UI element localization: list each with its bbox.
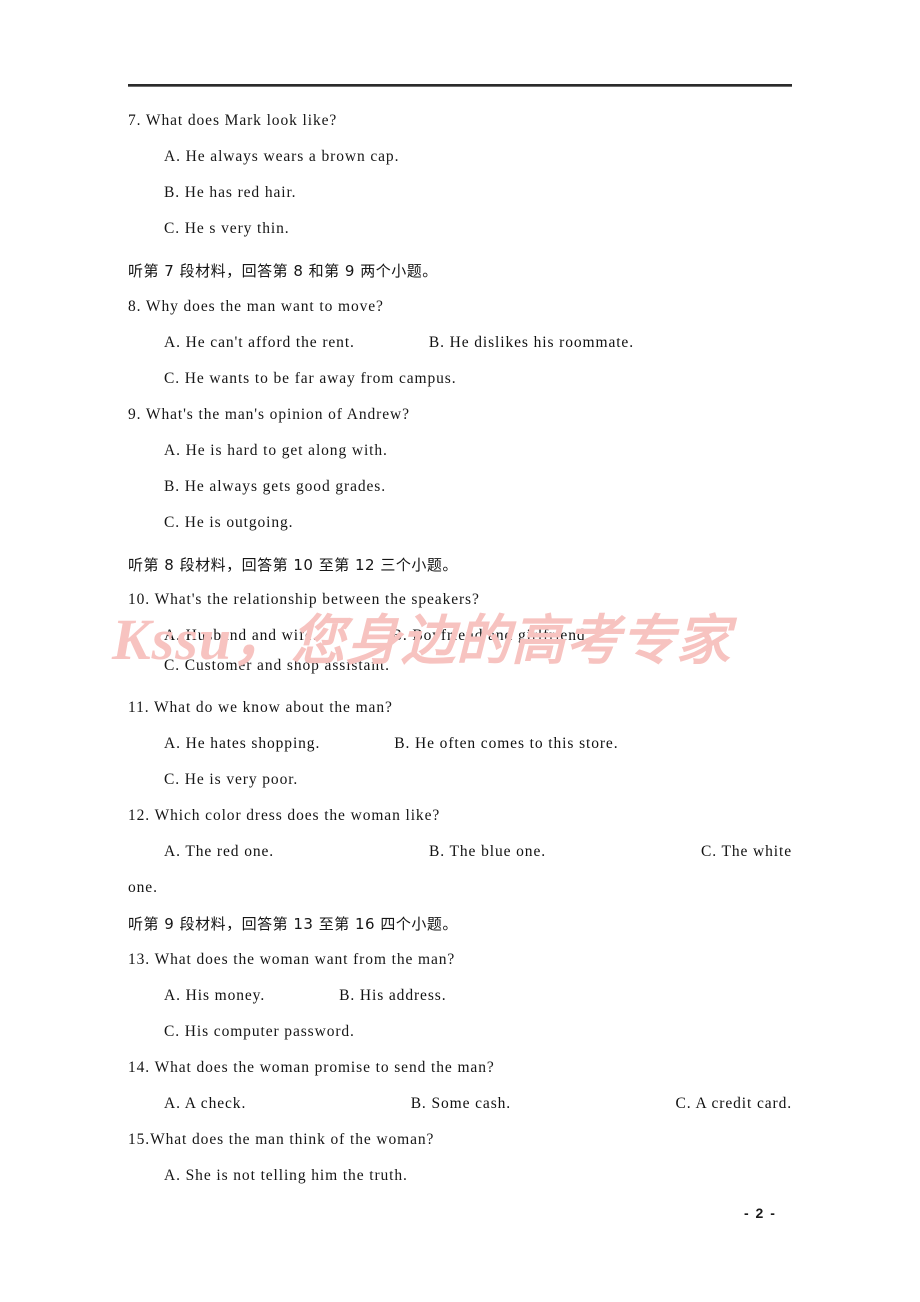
question-11-option-b: B. He often comes to this store. — [394, 735, 619, 752]
question-9-option-c: C. He is outgoing. — [164, 514, 294, 531]
question-14-option-b: B. Some cash. — [410, 1095, 512, 1112]
option-gap — [318, 627, 392, 645]
option-gap — [355, 334, 429, 352]
question-8-option-a: A. He can't afford the rent. — [164, 334, 355, 351]
option-gap — [546, 843, 701, 861]
question-11-option-a: A. He hates shopping. — [164, 735, 321, 752]
question-10-options-row: A. Husband and wife. B. Boyfriend and gi… — [128, 627, 792, 645]
question-9-stem: 9. What's the man's opinion of Andrew? — [128, 406, 410, 423]
question-8-options-row: A. He can't afford the rent. B. He disli… — [128, 334, 792, 352]
question-10-option-b: B. Boyfriend and girlfriend. — [391, 627, 591, 644]
exam-page: Kssu，您身边的高考专家 7. What does Mark look lik… — [0, 0, 920, 1302]
question-10-option-c: C. Customer and shop assistant. — [164, 657, 390, 674]
option-gap — [511, 1095, 675, 1113]
question-13-option-a: A. His money. — [164, 987, 266, 1004]
header-rule — [128, 84, 792, 87]
option-gap — [246, 1095, 410, 1113]
question-8-stem: 8. Why does the man want to move? — [128, 298, 384, 315]
question-12-options-row: A. The red one. B. The blue one. C. The … — [128, 843, 792, 861]
listening-instruction-9: 听第 9 段材料，回答第 13 至第 16 四个小题。 — [128, 915, 458, 933]
question-14-option-a: A. A check. — [164, 1095, 247, 1112]
question-11-options-row: A. He hates shopping. B. He often comes … — [128, 735, 792, 753]
option-gap — [320, 735, 394, 753]
question-7-stem: 7. What does Mark look like? — [128, 112, 338, 129]
question-11-stem: 11. What do we know about the man? — [128, 699, 393, 716]
option-gap — [265, 987, 339, 1005]
question-12-option-b: B. The blue one. — [429, 843, 547, 860]
question-14-option-c: C. A credit card. — [675, 1095, 792, 1112]
question-13-stem: 13. What does the woman want from the ma… — [128, 951, 456, 968]
question-8-option-b: B. He dislikes his roommate. — [428, 334, 634, 351]
question-7-option-a: A. He always wears a brown cap. — [164, 148, 400, 165]
listening-instruction-7: 听第 7 段材料，回答第 8 和第 9 两个小题。 — [128, 262, 438, 280]
question-15-stem: 15.What does the man think of the woman? — [128, 1131, 435, 1148]
page-number: - 2 - — [744, 1205, 777, 1221]
question-13-options-row: A. His money. B. His address. — [128, 987, 792, 1005]
question-14-stem: 14. What does the woman promise to send … — [128, 1059, 495, 1076]
question-7-option-b: B. He has red hair. — [164, 184, 297, 201]
question-10-option-a: A. Husband and wife. — [164, 627, 318, 644]
question-12-stem: 12. Which color dress does the woman lik… — [128, 807, 441, 824]
question-7-option-c: C. He s very thin. — [164, 220, 290, 237]
question-12-option-c-wrap: one. — [128, 879, 158, 896]
question-13-option-c: C. His computer password. — [164, 1023, 355, 1040]
listening-instruction-8: 听第 8 段材料，回答第 10 至第 12 三个小题。 — [128, 556, 458, 574]
question-8-option-c: C. He wants to be far away from campus. — [164, 370, 457, 387]
question-9-option-a: A. He is hard to get along with. — [164, 442, 388, 459]
option-gap — [274, 843, 429, 861]
question-12-option-a: A. The red one. — [164, 843, 275, 860]
question-12-option-c: C. The white — [700, 843, 792, 860]
question-10-stem: 10. What's the relationship between the … — [128, 591, 480, 608]
question-11-option-c: C. He is very poor. — [164, 771, 299, 788]
question-14-options-row: A. A check. B. Some cash. C. A credit ca… — [128, 1095, 792, 1113]
question-13-option-b: B. His address. — [339, 987, 447, 1004]
question-9-option-b: B. He always gets good grades. — [164, 478, 386, 495]
question-15-option-a: A. She is not telling him the truth. — [164, 1167, 408, 1184]
